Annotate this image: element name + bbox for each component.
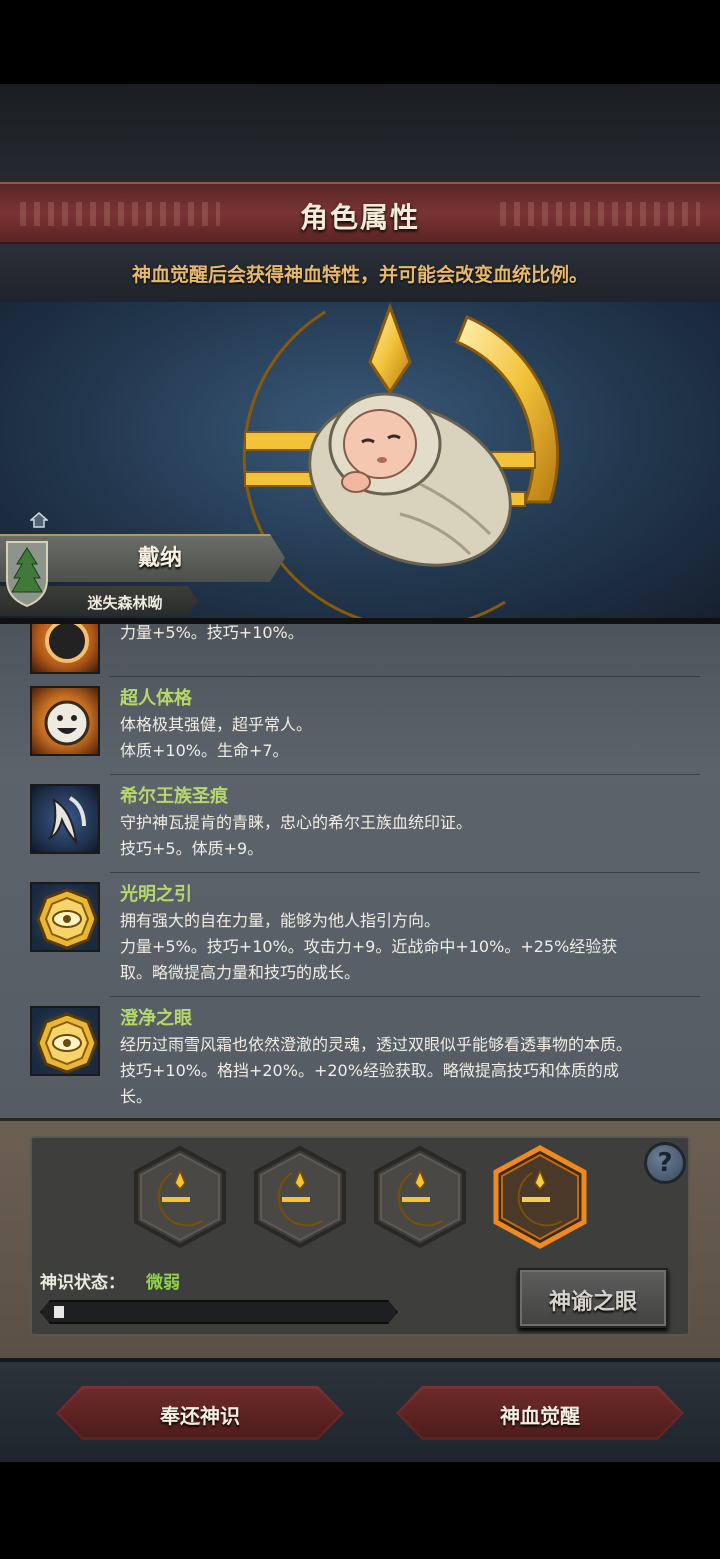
return-divine-sense-label: 奉还神识 <box>160 1404 240 1428</box>
golden-eye-medallion-icon <box>36 888 98 950</box>
trait-description: 体格极其强健，超乎常人。 <box>120 715 313 734</box>
divine-state-value: 微弱 <box>146 1273 180 1293</box>
trait-effect: 体质+10%。生命+7。 <box>120 741 289 760</box>
divine-progress-fill <box>54 1306 64 1318</box>
trait-name: 希尔王族圣痕 <box>120 786 228 807</box>
top-background <box>0 84 720 184</box>
oracle-eye-button[interactable]: 神谕之眼 <box>518 1268 668 1328</box>
golden-eye-medallion-icon <box>36 1012 98 1074</box>
trait-description: 拥有强大的自在力量，能够为他人指引方向。 <box>120 911 441 930</box>
divider <box>110 676 700 677</box>
baby-character-icon <box>308 392 512 567</box>
game-screen: 角色属性 神血觉醒后会获得神血特性，并可能会改变血统比例。 戴纳 迷失森林呦 力… <box>0 0 720 1559</box>
divine-slot-3[interactable] <box>372 1145 468 1249</box>
divider <box>110 996 700 997</box>
divine-slot-4-selected[interactable] <box>492 1145 588 1249</box>
hint-bar: 神血觉醒后会获得神血特性，并可能会改变血统比例。 <box>0 244 720 302</box>
trait-list[interactable]: 力量+5%。技巧+10%。 超人体格 体格极其强健，超乎常人。 体质+10%。生… <box>0 624 720 1120</box>
wing-crest-icon <box>47 796 86 846</box>
page-title: 角色属性 <box>299 201 420 234</box>
trait-description: 守护神瓦提肯的青睐，忠心的希尔王族血统印证。 <box>120 813 473 832</box>
character-origin: 迷失森林呦 <box>87 594 163 612</box>
divider <box>110 872 700 873</box>
divine-slot-2[interactable] <box>252 1145 348 1249</box>
pine-tree-shield-icon <box>6 541 48 608</box>
character-name: 戴纳 <box>137 546 182 571</box>
header-banner: 角色属性 <box>0 182 720 244</box>
blood-awaken-button[interactable]: 神血觉醒 <box>396 1386 684 1440</box>
blood-awaken-label: 神血觉醒 <box>500 1404 580 1428</box>
return-divine-sense-button[interactable]: 奉还神识 <box>56 1386 344 1440</box>
divine-progress-bar <box>40 1300 398 1324</box>
eye-sun-icon <box>45 624 89 663</box>
hint-text: 神血觉醒后会获得神血特性，并可能会改变血统比例。 <box>131 264 588 286</box>
trait-effect: 取。略微提高力量和技巧的成长。 <box>120 963 361 982</box>
trait-effect: 长。 <box>120 1087 153 1106</box>
trait-effect: 力量+5%。技巧+10%。 <box>120 624 304 642</box>
help-button[interactable]: ? <box>644 1142 686 1184</box>
smiley-face-icon <box>44 700 90 746</box>
trait-effect: 力量+5%。技巧+10%。攻击力+9。近战命中+10%。+25%经验获 <box>120 937 618 956</box>
trait-effect: 技巧+10%。格挡+20%。+20%经验获取。略微提高技巧和体质的成 <box>120 1061 619 1080</box>
trait-name: 超人体格 <box>120 688 192 709</box>
oracle-eye-label: 神谕之眼 <box>548 1290 637 1315</box>
trait-effect: 技巧+5。体质+9。 <box>120 839 264 858</box>
divider <box>110 774 700 775</box>
divine-slot-1[interactable] <box>132 1145 228 1249</box>
trait-name: 光明之引 <box>120 884 192 905</box>
divine-state-label: 神识状态： <box>40 1273 125 1293</box>
trait-name: 澄净之眼 <box>120 1008 192 1029</box>
home-icon <box>30 512 48 528</box>
trait-description: 经历过雨雪风霜也依然澄澈的灵魂，透过双眼似乎能够看透事物的本质。 <box>120 1035 633 1054</box>
